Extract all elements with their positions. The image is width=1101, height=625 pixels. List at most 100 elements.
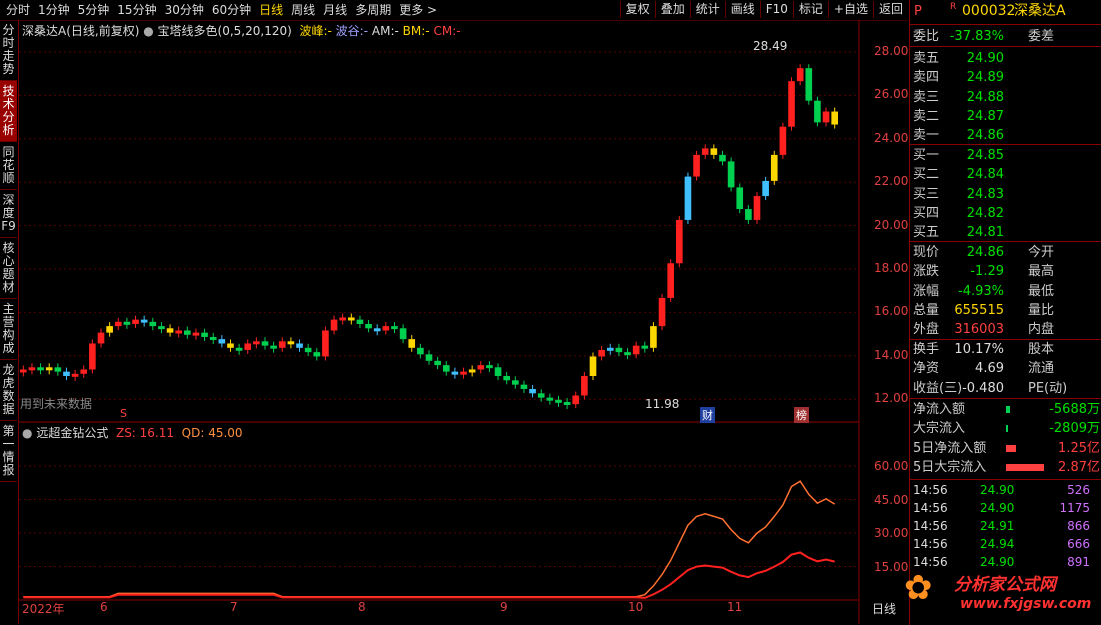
period-tab[interactable]: 多周期 — [351, 2, 395, 18]
chart-area[interactable] — [18, 20, 909, 624]
candle-body — [632, 345, 640, 355]
row-label: 总量 — [913, 302, 940, 318]
period-tab[interactable]: 分时 — [2, 2, 34, 18]
candle-body — [218, 339, 226, 344]
period-tab[interactable]: 日线 — [255, 2, 287, 18]
candle-body — [20, 369, 27, 373]
candle-body — [71, 373, 79, 377]
toolbar-button[interactable]: +自选 — [827, 1, 873, 18]
period-tab[interactable]: 月线 — [319, 2, 351, 18]
x-tick-label: 8 — [358, 600, 366, 614]
legend-f5v: - — [456, 24, 461, 38]
tick-volume: 1175 — [1059, 501, 1090, 515]
candle-body — [796, 68, 804, 82]
chart-title: 深桑达A(日线,前复权) — [22, 24, 140, 38]
tick-time: 14:56 — [913, 537, 948, 551]
left-tab[interactable]: 分时走势 — [0, 20, 17, 81]
toolbar-button[interactable]: 画线 — [724, 1, 760, 18]
row-value: 24.85 — [966, 148, 1004, 163]
event-cai-marker[interactable]: 财 — [700, 407, 715, 423]
period-tab[interactable]: 60分钟 — [208, 2, 255, 18]
toolbar-button[interactable]: 复权 — [619, 1, 655, 18]
row-label: 卖一 — [913, 128, 940, 144]
candle-body — [391, 326, 398, 330]
candle-body — [166, 328, 174, 333]
period-tab[interactable]: 周线 — [287, 2, 319, 18]
row-value: -4.93% — [958, 283, 1004, 299]
left-tab[interactable]: 龙虎数据 — [0, 360, 17, 421]
candle-body — [667, 263, 674, 298]
indicator-name[interactable]: 宝塔线多色(0,5,20,120) — [158, 24, 292, 38]
candle-body — [339, 317, 346, 321]
candle-body — [563, 401, 571, 405]
row-label: 涨跌 — [913, 264, 940, 280]
candle-body — [106, 326, 113, 333]
x-tick-label: 10 — [628, 600, 644, 614]
candle-body — [54, 367, 62, 372]
candle-body — [477, 365, 485, 370]
candle-body — [373, 328, 381, 332]
y-tick-label: 24.00 — [874, 130, 909, 145]
candle-body — [727, 161, 735, 188]
quote-row: 总量 655515 量比 — [910, 301, 1101, 320]
indicator-dot-icon[interactable]: ● — [143, 24, 153, 38]
toolbar-button[interactable]: 标记 — [792, 1, 828, 18]
candle-body — [45, 367, 53, 371]
tick-price: 24.94 — [980, 537, 1015, 551]
row-label: 卖五 — [913, 51, 940, 66]
candle-body — [158, 326, 165, 330]
future-data-note: 用到未来数据 — [20, 397, 93, 411]
left-tab[interactable]: 同花顺 — [0, 142, 17, 190]
candle-body — [89, 343, 96, 370]
x-tick-label: 11 — [727, 600, 743, 614]
left-tab[interactable]: 核心题材 — [0, 238, 17, 299]
period-tab[interactable]: 5分钟 — [74, 2, 114, 18]
period-tab[interactable]: 更多 > — [395, 2, 441, 18]
sub-indicator-name[interactable]: 远超金钻公式 — [36, 426, 108, 440]
period-tab[interactable]: 30分钟 — [161, 2, 208, 18]
quote-row: 买二 24.84 — [910, 165, 1101, 184]
toolbar-button[interactable]: 叠加 — [654, 1, 690, 18]
candle-body — [529, 388, 536, 394]
sub-y-tick-label: 60.00 — [874, 459, 909, 473]
left-tab[interactable]: 主营构成 — [0, 299, 17, 360]
legend-f4: BM: — [402, 24, 426, 38]
sub-dot-icon[interactable]: ● — [22, 426, 32, 440]
row-label: 现价 — [913, 245, 940, 260]
period-tab[interactable]: 15分钟 — [113, 2, 160, 18]
row-label2: 股本 — [1028, 342, 1055, 357]
row-label: 换手 — [913, 342, 940, 357]
flow-row: 大宗流入 -2809万 — [910, 419, 1101, 438]
y-tick-label: 20.00 — [874, 217, 909, 232]
candle-body — [710, 148, 718, 155]
quote-row: 卖一 24.86 — [910, 126, 1101, 145]
candle-body — [753, 196, 761, 220]
left-tab[interactable]: 技术分析 — [0, 81, 17, 142]
quote-row: 买三 24.83 — [910, 185, 1101, 204]
candle-body — [520, 384, 528, 389]
candle-body — [537, 393, 545, 398]
event-bang-marker[interactable]: 榜 — [794, 407, 809, 423]
sub-y-tick-label: 45.00 — [874, 492, 909, 507]
kline-chart[interactable] — [19, 20, 909, 624]
period-tab[interactable]: 1分钟 — [34, 2, 74, 18]
candle-body — [684, 176, 692, 220]
toolbar-button[interactable]: F10 — [759, 1, 793, 18]
quote-row: 涨幅 -4.93% 最低 — [910, 282, 1101, 301]
candle-body — [641, 345, 649, 349]
candle-body — [494, 367, 502, 376]
left-tab[interactable]: 深度F9 — [0, 190, 17, 238]
candle-body — [399, 328, 407, 340]
toolbar-button[interactable]: 返回 — [872, 1, 908, 18]
tick-row: 14:56 24.91 866 — [910, 517, 1101, 536]
flow-value: -2809万 — [1049, 421, 1100, 437]
candle-body — [451, 371, 459, 375]
quote-row: 收益(三) -0.480 PE(动) — [910, 379, 1101, 398]
legend-f3: AM: — [371, 24, 395, 38]
toolbar-button[interactable]: 统计 — [689, 1, 725, 18]
candle-body — [417, 347, 424, 355]
left-tab[interactable]: 第一情报 — [0, 421, 17, 482]
event-s-marker[interactable]: S — [120, 407, 127, 420]
y-tick-label: 12.00 — [874, 391, 909, 406]
flow-bar — [1006, 463, 1044, 471]
